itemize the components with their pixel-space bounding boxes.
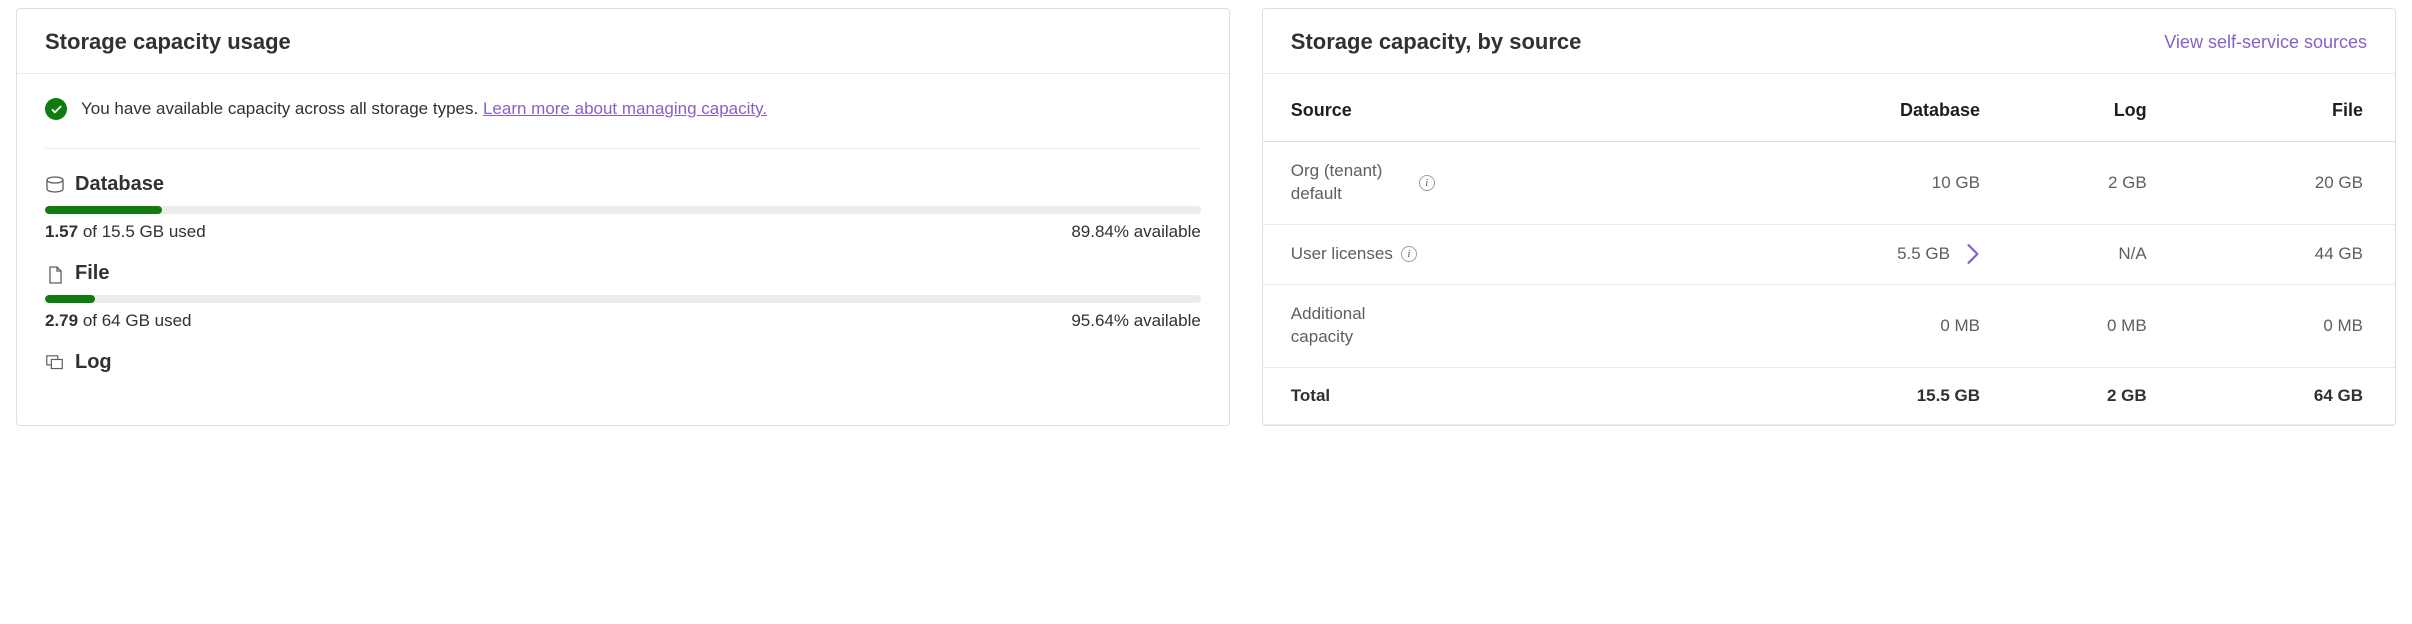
cell-file: 20 GB	[2161, 142, 2395, 225]
cell-log: 0 MB	[1994, 284, 2161, 367]
storage-usage-card: Storage capacity usage You have availabl…	[16, 8, 1230, 426]
usage-label: File	[75, 262, 109, 285]
cell-log: N/A	[1994, 224, 2161, 284]
cell-database: 0 MB	[1721, 284, 1994, 367]
cell-log: 2 GB	[1994, 142, 2161, 225]
database-icon	[45, 176, 65, 194]
source-name: Additional capacity	[1291, 303, 1411, 349]
source-table: Source Database Log File Org (tenant) de…	[1263, 74, 2395, 425]
progress-bar-database	[45, 206, 1201, 214]
table-row: Additional capacity 0 MB 0 MB 0 MB	[1263, 284, 2395, 367]
cell-file: 44 GB	[2161, 224, 2395, 284]
total-database: 15.5 GB	[1721, 367, 1994, 424]
cell-database: 10 GB	[1721, 142, 1994, 225]
success-check-icon	[45, 98, 67, 120]
cell-database: 5.5 GB	[1897, 244, 1950, 264]
card-header: Storage capacity usage	[17, 9, 1229, 74]
usage-label: Database	[75, 173, 164, 196]
file-icon	[45, 265, 65, 283]
table-total-row: Total 15.5 GB 2 GB 64 GB	[1263, 367, 2395, 424]
col-database: Database	[1721, 74, 1994, 142]
card-title: Storage capacity, by source	[1291, 29, 1582, 55]
status-text: You have available capacity across all s…	[81, 99, 767, 119]
card-body: You have available capacity across all s…	[17, 74, 1229, 392]
usage-item-file: File 2.79 of 64 GB used 95.64% available	[45, 262, 1201, 331]
usage-item-database: Database 1.57 of 15.5 GB used 89.84% ava…	[45, 173, 1201, 242]
col-source: Source	[1263, 74, 1721, 142]
used-text: 1.57 of 15.5 GB used	[45, 222, 206, 242]
total-log: 2 GB	[1994, 367, 2161, 424]
learn-more-link[interactable]: Learn more about managing capacity.	[483, 99, 767, 118]
total-label: Total	[1263, 367, 1721, 424]
chevron-right-icon[interactable]	[1966, 243, 1980, 265]
table-row: Org (tenant) default i 10 GB 2 GB 20 GB	[1263, 142, 2395, 225]
used-text: 2.79 of 64 GB used	[45, 311, 192, 331]
usage-label: Log	[75, 351, 112, 374]
log-icon	[45, 354, 65, 372]
progress-fill	[45, 206, 162, 214]
table-row: User licenses i 5.5 GB N/A 44 GB	[1263, 224, 2395, 284]
card-header: Storage capacity, by source View self-se…	[1263, 9, 2395, 74]
source-name: User licenses	[1291, 243, 1393, 266]
available-text: 89.84% available	[1071, 222, 1200, 242]
info-icon[interactable]: i	[1419, 175, 1435, 191]
progress-bar-file	[45, 295, 1201, 303]
col-file: File	[2161, 74, 2395, 142]
cell-file: 0 MB	[2161, 284, 2395, 367]
progress-fill	[45, 295, 95, 303]
source-name: Org (tenant) default	[1291, 160, 1411, 206]
col-log: Log	[1994, 74, 2161, 142]
usage-item-log: Log	[45, 351, 1201, 374]
status-message: You have available capacity across all s…	[81, 99, 483, 118]
total-file: 64 GB	[2161, 367, 2395, 424]
view-self-service-link[interactable]: View self-service sources	[2164, 32, 2367, 53]
storage-by-source-card: Storage capacity, by source View self-se…	[1262, 8, 2396, 426]
table-header-row: Source Database Log File	[1263, 74, 2395, 142]
available-text: 95.64% available	[1071, 311, 1200, 331]
info-icon[interactable]: i	[1401, 246, 1417, 262]
card-title: Storage capacity usage	[45, 29, 291, 55]
status-banner: You have available capacity across all s…	[45, 98, 1201, 149]
